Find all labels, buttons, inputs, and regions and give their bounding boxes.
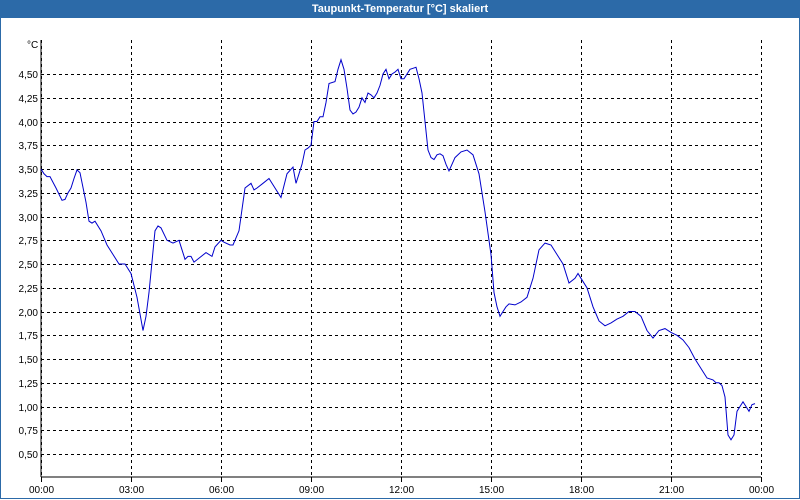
y-tick-label: 3,75 <box>19 141 39 152</box>
y-tick-label: 2,25 <box>19 284 39 295</box>
series-line <box>40 58 756 441</box>
x-tick-time: 15:00 <box>479 485 504 496</box>
y-tick-label: 2,50 <box>19 260 39 271</box>
y-tick-label: 3,25 <box>19 189 39 200</box>
y-tick-label: 1,50 <box>19 355 39 366</box>
y-tick-label: 2,75 <box>19 236 39 247</box>
chart-frame: 0,50 0,75 1,00 1,25 1,50 1,75 2,00 2,25 2,50 2,75… <box>0 18 800 499</box>
y-tick-label: 3,50 <box>19 165 39 176</box>
y-unit-label: °C <box>27 40 38 51</box>
line-chart: 0,50 0,75 1,00 1,25 1,50 1,75 2,00 2,25 2,50 2,75… <box>19 40 774 496</box>
y-tick-label: 1,25 <box>19 379 39 390</box>
x-tick-time: 00:00 <box>29 485 54 496</box>
y-tick-label: 4,25 <box>19 94 39 105</box>
x-tick-time: 09:00 <box>299 485 324 496</box>
x-tick-time: 00:00 <box>749 485 774 496</box>
y-tick-label: 1,00 <box>19 403 39 414</box>
y-tick-label: 3,00 <box>19 213 39 224</box>
x-tick-time: 21:00 <box>659 485 684 496</box>
y-tick-label: 1,75 <box>19 331 39 342</box>
x-tick-time: 18:00 <box>569 485 594 496</box>
y-tick-label: 4,50 <box>19 70 39 81</box>
x-tick-time: 06:00 <box>209 485 234 496</box>
chart-title: Taupunkt-Temperatur [°C] skaliert <box>0 0 800 18</box>
x-tick-time: 12:00 <box>389 485 414 496</box>
x-tick-time: 03:00 <box>119 485 144 496</box>
y-tick-label: 0,50 <box>19 450 39 461</box>
y-tick-label: 4,00 <box>19 118 39 129</box>
y-tick-label: 2,00 <box>19 308 39 319</box>
y-tick-label: 0,75 <box>19 426 39 437</box>
